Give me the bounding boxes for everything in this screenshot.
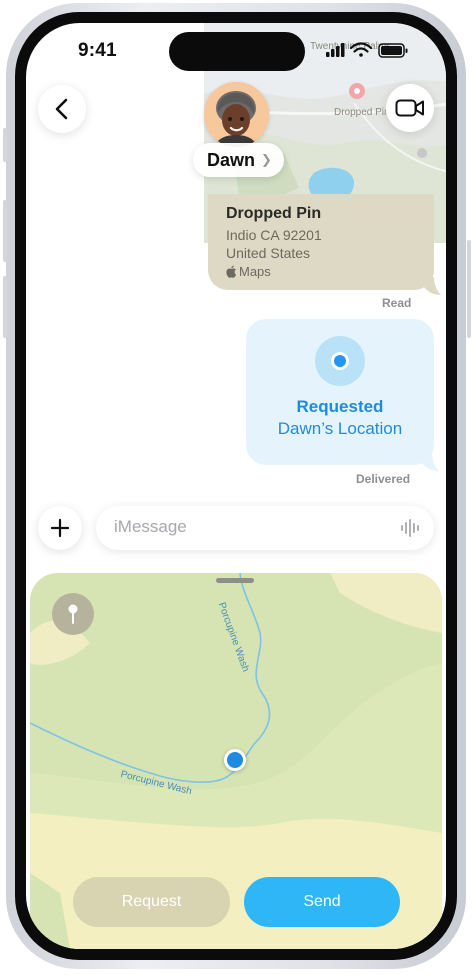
pin-card-title: Dropped Pin: [226, 205, 322, 222]
pin-card-address-line1: Indio CA 92201: [226, 227, 322, 243]
pin-card-source-label: Maps: [239, 264, 271, 279]
plus-icon: [50, 518, 70, 538]
battery-icon: [378, 43, 408, 58]
side-button-left-2: [3, 200, 7, 262]
message-input-placeholder: iMessage: [114, 517, 187, 536]
dynamic-island: [169, 32, 305, 71]
chevron-left-icon: [55, 98, 68, 120]
side-button-right: [467, 240, 471, 338]
read-receipt: Read: [382, 296, 412, 310]
side-button-left-3: [3, 276, 7, 338]
request-title: Requested: [296, 397, 384, 416]
pin-icon: [68, 604, 78, 624]
status-icons: [326, 41, 416, 61]
bubble-tail: [419, 453, 439, 471]
sheet-grabber[interactable]: [216, 578, 254, 583]
request-location-button[interactable]: Request: [73, 877, 230, 927]
cellular-icon: [326, 43, 345, 57]
screen: Twentynine Palms Dropped Pin 9:41 Dawn ❯…: [26, 23, 446, 949]
facetime-video-button[interactable]: [386, 84, 434, 132]
location-dot: [331, 352, 349, 370]
side-button-left-1: [3, 128, 7, 162]
location-dot-icon: [315, 336, 365, 386]
wifi-icon: [349, 42, 373, 57]
current-location-dot: [224, 749, 246, 771]
chevron-right-icon: ❯: [261, 152, 272, 167]
send-location-button[interactable]: Send: [244, 877, 400, 927]
drop-pin-button[interactable]: [52, 593, 94, 635]
memoji-avatar-icon: [204, 82, 269, 147]
apps-plus-button[interactable]: [38, 506, 82, 550]
back-button[interactable]: [38, 85, 86, 133]
apple-logo-icon: [226, 265, 236, 278]
status-time: 9:41: [78, 40, 117, 61]
video-camera-icon: [395, 99, 424, 117]
bubble-tail: [421, 277, 441, 295]
contact-name-pill[interactable]: Dawn ❯: [193, 143, 284, 177]
map-label-pin: Dropped Pin: [334, 107, 390, 118]
pin-card-source: Maps: [226, 264, 271, 279]
contact-avatar[interactable]: [204, 82, 269, 147]
pin-card-address-line2: United States: [226, 245, 311, 261]
audio-waveform-icon[interactable]: [400, 518, 422, 538]
delivered-receipt: Delivered: [356, 472, 411, 486]
contact-name: Dawn: [207, 149, 256, 170]
request-subtitle: Dawn’s Location: [277, 419, 403, 438]
